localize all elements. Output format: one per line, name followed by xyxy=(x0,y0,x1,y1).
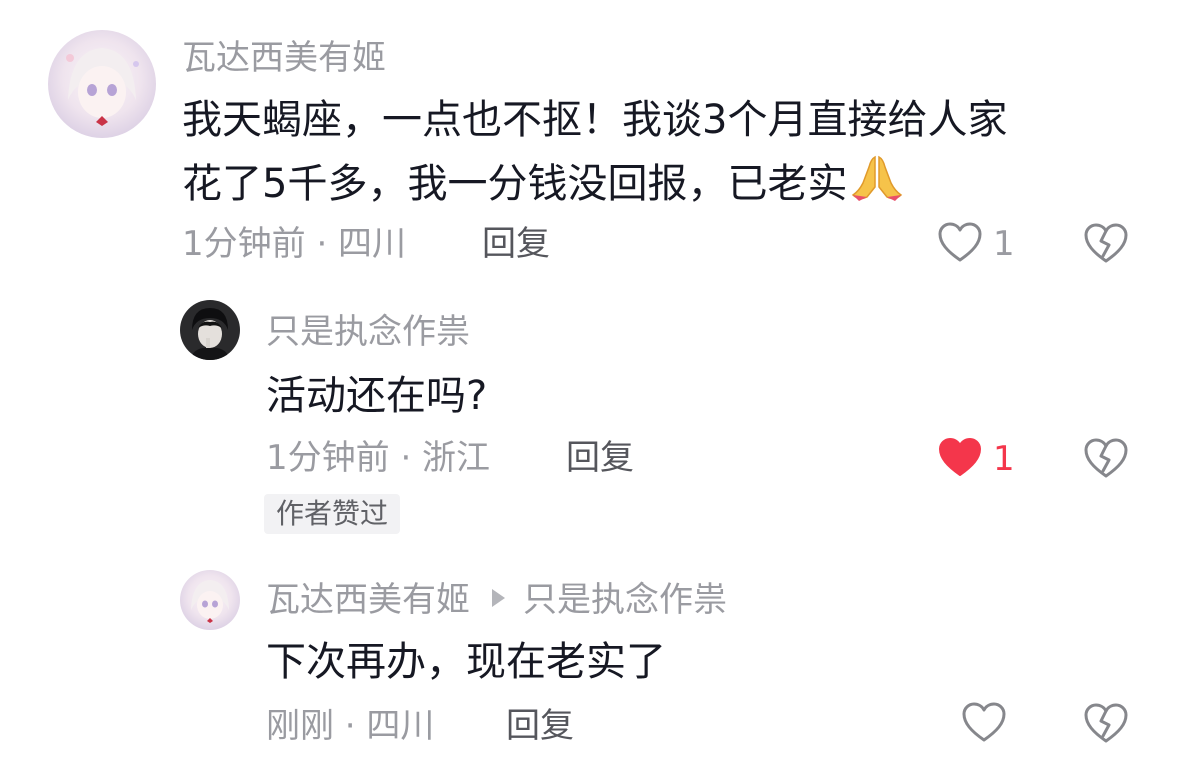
comment-text-line: 花了5千多，我一分钱没回报，已老实 xyxy=(182,152,1007,222)
reply-author[interactable]: 瓦达西美有姬 xyxy=(266,580,470,620)
avatar[interactable] xyxy=(180,300,240,360)
broken-heart-icon xyxy=(1083,438,1129,483)
comment-meta: 刚刚 · 四川 xyxy=(266,706,435,746)
reply-to-user[interactable]: 只是执念作祟 xyxy=(523,580,727,620)
broken-heart-icon xyxy=(1083,703,1129,748)
dislike-button[interactable] xyxy=(1083,437,1129,483)
comment-text: 活动还在吗? xyxy=(266,373,488,419)
comment-username: 瓦达西美有姬 只是执念作祟 xyxy=(266,580,727,620)
comment-text-line2: 花了5千多，我一分钱没回报，已老实 xyxy=(182,161,848,207)
avatar[interactable] xyxy=(180,570,240,630)
like-button[interactable]: 1 xyxy=(937,437,1015,481)
dislike-button[interactable] xyxy=(1083,222,1129,268)
heart-outline-icon xyxy=(961,701,1007,747)
avatar[interactable] xyxy=(48,30,156,138)
heart-outline-icon xyxy=(937,221,983,267)
reply-button[interactable]: 回复 xyxy=(506,706,574,746)
like-button[interactable] xyxy=(961,702,1017,746)
dislike-button[interactable] xyxy=(1083,702,1129,748)
reply-button[interactable]: 回复 xyxy=(482,224,550,264)
comment-username[interactable]: 瓦达西美有姬 xyxy=(182,38,386,78)
comment-text-line: 我天蝎座，一点也不抠！我谈3个月直接给人家 xyxy=(182,97,1008,143)
folded-hands-emoji xyxy=(849,153,905,222)
broken-heart-icon xyxy=(1083,223,1129,268)
comment-meta: 1分钟前 · 四川 xyxy=(182,224,407,264)
like-button[interactable]: 1 xyxy=(937,222,1015,266)
play-arrow-icon xyxy=(492,589,505,607)
author-liked-badge: 作者赞过 xyxy=(264,494,401,534)
comment-username[interactable]: 只是执念作祟 xyxy=(266,312,470,352)
reply-button[interactable]: 回复 xyxy=(566,438,634,478)
comment-text: 下次再办，现在老实了 xyxy=(266,639,666,685)
heart-filled-icon xyxy=(937,436,983,482)
like-count: 1 xyxy=(993,439,1015,479)
comment-meta: 1分钟前 · 浙江 xyxy=(266,438,491,478)
like-count: 1 xyxy=(993,224,1015,264)
comment-text: 我天蝎座，一点也不抠！我谈3个月直接给人家 花了5千多，我一分钱没回报，已老实 xyxy=(182,88,1007,222)
